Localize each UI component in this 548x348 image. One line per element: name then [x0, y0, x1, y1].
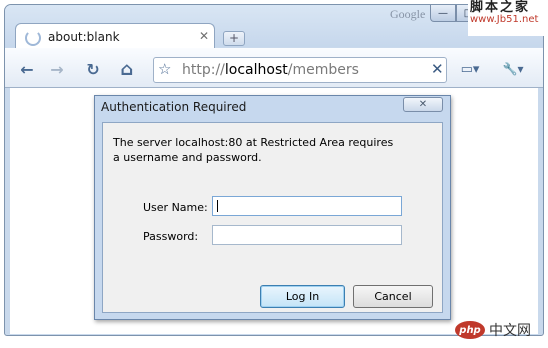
home-button[interactable]: ⌂ — [113, 57, 141, 81]
minimize-button[interactable]: — — [430, 5, 456, 22]
site-watermark: 脚本之家 www.Jb51.net — [468, 1, 544, 36]
page-menu-button[interactable]: ▭▾ — [453, 57, 487, 81]
php-logo-icon: php — [455, 321, 485, 339]
tab-about-blank[interactable]: about:blank ✕ — [15, 23, 215, 49]
text-caret — [217, 200, 218, 212]
dialog-close-button[interactable]: ✕ — [403, 97, 443, 112]
tab-title: about:blank — [48, 30, 120, 44]
dialog-body: The server localhost:80 at Restricted Ar… — [102, 122, 443, 313]
login-button[interactable]: Log In — [260, 285, 345, 308]
address-bar[interactable]: ☆ http://localhost/members ✕ — [153, 57, 447, 83]
password-field[interactable] — [212, 225, 402, 245]
new-tab-button[interactable]: + — [223, 31, 245, 46]
cancel-button[interactable]: Cancel — [353, 285, 433, 308]
url-text: http://localhost/members — [182, 62, 359, 78]
username-field[interactable] — [212, 196, 402, 216]
auth-message: The server localhost:80 at Restricted Ar… — [113, 136, 394, 164]
forward-button[interactable]: → — [43, 57, 71, 81]
title-bar: Google — □ ✕ about:blank ✕ + — [5, 5, 543, 49]
brand-label: Google — [390, 7, 426, 21]
stop-icon[interactable]: ✕ — [431, 60, 444, 78]
wrench-menu-button[interactable]: 🔧▾ — [495, 57, 531, 81]
auth-dialog: Authentication Required ✕ The server loc… — [94, 95, 451, 320]
navigation-toolbar: ← → ↻ ⌂ ☆ http://localhost/members ✕ ▭▾ … — [5, 48, 543, 88]
loading-spinner-icon — [25, 30, 41, 46]
password-label: Password: — [143, 230, 199, 243]
site-badge: php 中文网 — [455, 316, 545, 344]
bookmark-star-icon[interactable]: ☆ — [158, 60, 171, 78]
badge-text: 中文网 — [489, 323, 531, 339]
reload-button[interactable]: ↻ — [79, 57, 107, 81]
tab-close-icon[interactable]: ✕ — [199, 29, 209, 43]
username-label: User Name: — [143, 201, 208, 214]
dialog-title: Authentication Required — [101, 100, 247, 114]
back-button[interactable]: ← — [13, 57, 41, 81]
